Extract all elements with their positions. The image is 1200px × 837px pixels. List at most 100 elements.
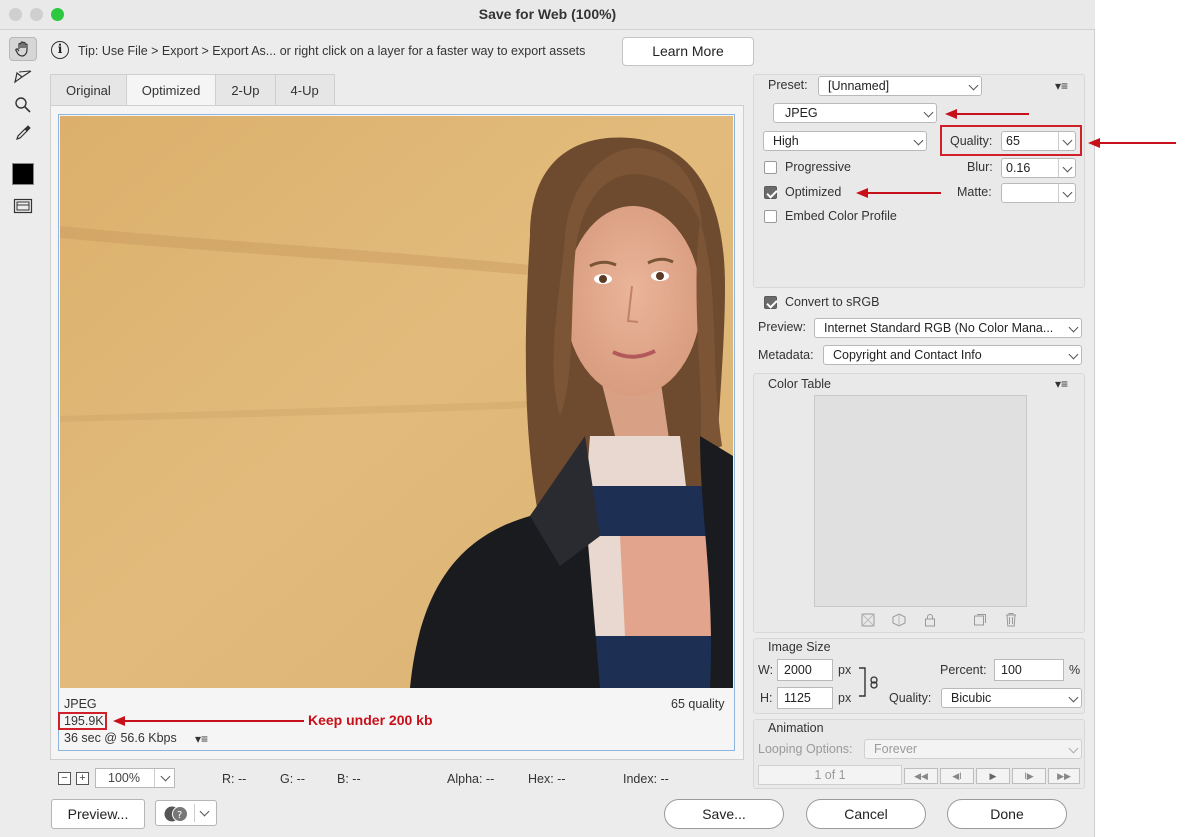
tip-bar: i Tip: Use File > Export > Export As... …: [48, 37, 1088, 67]
index-readout: Index: --: [623, 772, 669, 786]
file-size-annotation: Keep under 200 kb: [308, 712, 433, 728]
svg-text:?: ?: [177, 810, 182, 821]
last-frame-button[interactable]: ▶▶: [1048, 768, 1080, 784]
compression-quality-select[interactable]: High: [763, 131, 927, 151]
zoom-level-select[interactable]: 100%: [95, 768, 175, 788]
chevron-down-icon: [1068, 349, 1079, 360]
image-format-text: JPEG: [64, 697, 97, 711]
embed-color-profile-checkbox[interactable]: [764, 210, 777, 223]
chevron-down-icon: [1068, 692, 1079, 703]
blur-input[interactable]: 0.16: [1001, 158, 1076, 178]
preview-color-select[interactable]: Internet Standard RGB (No Color Mana...: [814, 318, 1082, 338]
looping-options-label: Looping Options:: [758, 742, 853, 756]
chevron-down-icon: [199, 806, 210, 817]
animation-title: Animation: [768, 721, 824, 735]
eyedropper-color-swatch[interactable]: [12, 163, 34, 185]
preview-color-value: Internet Standard RGB (No Color Mana...: [824, 321, 1054, 335]
metadata-select[interactable]: Copyright and Contact Info: [823, 345, 1082, 365]
chevron-down-icon: [1062, 162, 1073, 173]
trash-icon[interactable]: [1004, 612, 1018, 627]
color-table-menu-icon[interactable]: ▾≡: [1055, 377, 1068, 391]
looping-options-select[interactable]: Forever: [864, 739, 1082, 759]
lock-icon[interactable]: [923, 613, 937, 627]
cancel-button[interactable]: Cancel: [806, 799, 926, 829]
zoom-out-button[interactable]: −: [58, 772, 71, 785]
embed-color-profile-label: Embed Color Profile: [785, 209, 897, 223]
save-button[interactable]: Save...: [664, 799, 784, 829]
download-speed-menu-icon[interactable]: ▾≡: [195, 732, 208, 746]
window-title: Save for Web (100%): [478, 6, 617, 22]
file-size-highlight-box: [58, 712, 107, 730]
quality-arrow: [1100, 142, 1176, 144]
green-readout: G: --: [280, 772, 305, 786]
constrain-proportions-link-icon[interactable]: [857, 664, 885, 700]
color-table-title: Color Table: [768, 377, 832, 391]
progressive-checkbox[interactable]: [764, 161, 777, 174]
blue-readout: B: --: [337, 772, 361, 786]
browser-icon: ?: [164, 806, 188, 822]
slice-select-tool[interactable]: [9, 65, 37, 89]
new-color-icon[interactable]: [973, 613, 987, 627]
magnifier-icon: [15, 97, 31, 113]
next-frame-button[interactable]: I▶: [1012, 768, 1046, 784]
chevron-down-icon: [968, 80, 979, 91]
optimized-arrow: [868, 192, 941, 194]
matte-select[interactable]: [1001, 183, 1076, 203]
done-button[interactable]: Done: [947, 799, 1067, 829]
file-format-value: JPEG: [785, 106, 818, 120]
toggle-slices-visibility[interactable]: [9, 194, 37, 218]
learn-more-button[interactable]: Learn More: [622, 37, 754, 66]
frame-counter: 1 of 1: [758, 765, 902, 785]
eyedropper-icon: [16, 125, 31, 140]
zoom-in-button[interactable]: +: [76, 772, 89, 785]
image-size-title: Image Size: [768, 640, 831, 654]
height-unit: px: [838, 691, 852, 705]
percent-label: Percent:: [940, 663, 987, 677]
slices-icon: [13, 198, 33, 214]
previous-frame-button[interactable]: ◀I: [940, 768, 974, 784]
preset-label: Preset:: [768, 78, 808, 92]
status-bar: − + 100% R: -- G: -- B: -- Alpha: -- Hex…: [50, 763, 744, 793]
web-shift-icon[interactable]: [892, 613, 906, 627]
preview-image[interactable]: [60, 116, 733, 688]
convert-srgb-checkbox[interactable]: [764, 296, 777, 309]
resample-quality-select[interactable]: Bicubic: [941, 688, 1082, 708]
hand-tool[interactable]: [9, 37, 37, 61]
metadata-label: Metadata:: [758, 348, 814, 362]
preview-in-browser-button[interactable]: Preview...: [51, 799, 145, 829]
tab-4-up[interactable]: 4-Up: [274, 74, 335, 106]
file-size-arrow: [124, 720, 304, 722]
play-button[interactable]: ▶: [976, 768, 1010, 784]
tab-original[interactable]: Original: [50, 74, 127, 106]
first-frame-button[interactable]: ◀◀: [904, 768, 938, 784]
title-bar: Save for Web (100%): [0, 0, 1095, 30]
zoom-tool[interactable]: [9, 93, 37, 117]
chevron-down-icon: [1068, 322, 1079, 333]
tab-2-up[interactable]: 2-Up: [215, 74, 276, 106]
optimize-menu-icon[interactable]: ▾≡: [1055, 79, 1068, 93]
save-for-web-window: Save for Web (100%) i Tip: Use File > Ex…: [0, 0, 1176, 837]
zoom-level-value: 100%: [108, 771, 140, 785]
quality-highlight-box: [940, 125, 1082, 156]
tab-optimized[interactable]: Optimized: [125, 74, 217, 106]
eyedropper-tool[interactable]: [9, 121, 37, 145]
tip-text: Tip: Use File > Export > Export As... or…: [78, 44, 586, 58]
optimized-checkbox[interactable]: [764, 186, 777, 199]
chevron-down-icon: [913, 135, 924, 146]
height-input[interactable]: 1125: [777, 687, 833, 709]
red-readout: R: --: [222, 772, 247, 786]
file-format-select[interactable]: JPEG: [773, 103, 937, 123]
optimized-label: Optimized: [785, 185, 842, 199]
browser-select[interactable]: ?: [155, 800, 217, 826]
slice-select-icon: [14, 70, 32, 84]
image-quality-text: 65 quality: [671, 697, 725, 711]
looping-options-value: Forever: [874, 742, 918, 756]
map-to-transparent-icon[interactable]: [861, 613, 875, 627]
percent-input[interactable]: 100: [994, 659, 1064, 681]
blur-value: 0.16: [1006, 161, 1031, 175]
width-input[interactable]: 2000: [777, 659, 833, 681]
width-unit: px: [838, 663, 852, 677]
optimized-arrow-head: [856, 188, 868, 198]
width-label: W:: [758, 663, 774, 677]
preset-select[interactable]: [Unnamed]: [818, 76, 982, 96]
